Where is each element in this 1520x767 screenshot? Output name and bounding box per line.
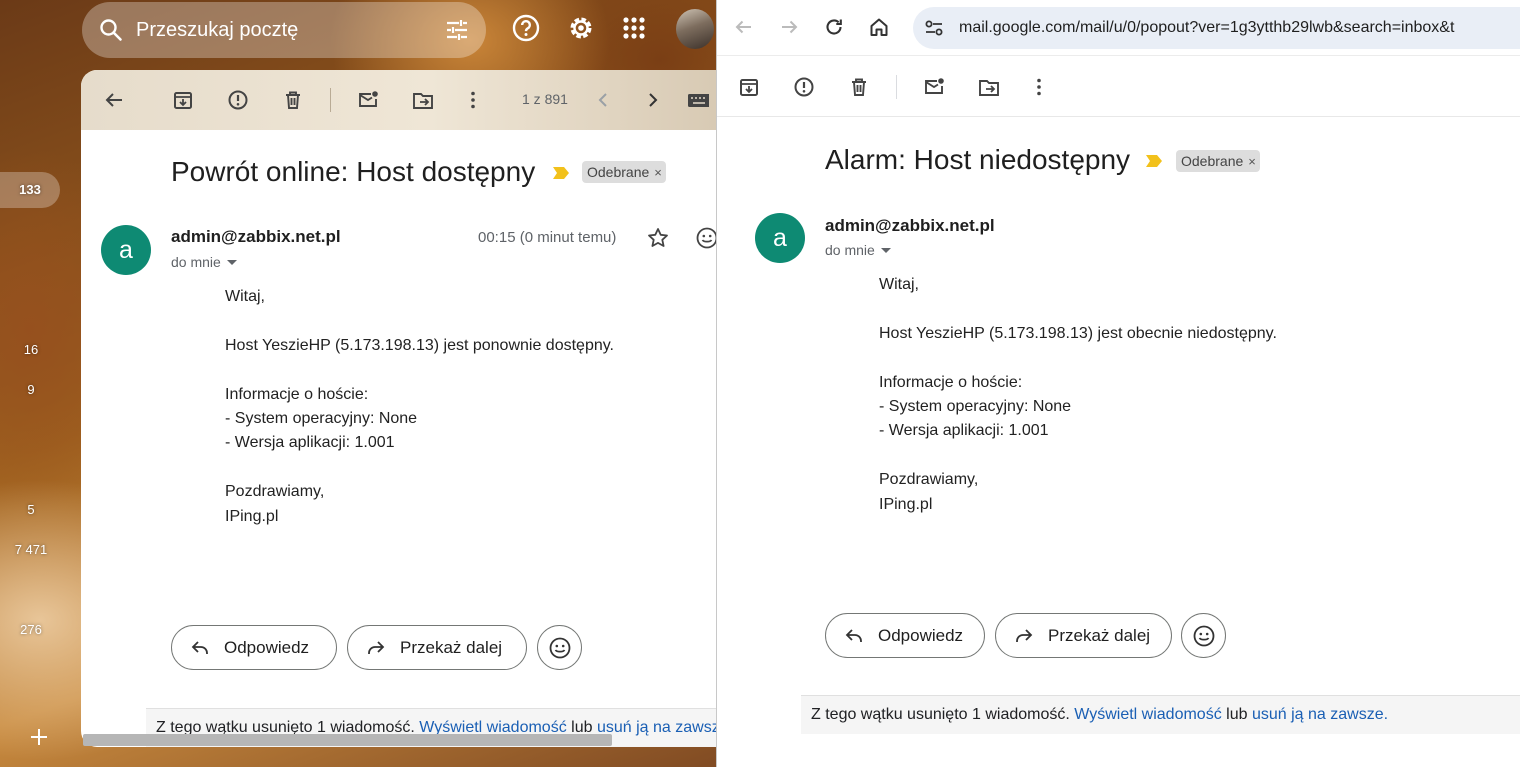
message-body: Witaj, Host YeszieHP (5.173.198.13) jest… bbox=[879, 276, 1277, 513]
message-body: Witaj, Host YeszieHP (5.173.198.13) jest… bbox=[225, 288, 614, 525]
move-to-icon[interactable] bbox=[412, 89, 434, 111]
more-options-icon[interactable] bbox=[1028, 76, 1050, 98]
forward-label: Przekaż dalej bbox=[1048, 625, 1151, 645]
search-input[interactable]: Przeszukaj pocztę bbox=[136, 19, 444, 42]
forward-button[interactable]: Przekaż dalej bbox=[347, 625, 527, 670]
left-rail: 133 16 9 5 7 471 276 bbox=[0, 0, 80, 767]
mark-unread-icon[interactable] bbox=[923, 76, 945, 98]
search-icon[interactable] bbox=[98, 17, 124, 43]
deleted-message-note: Z tego wątku usunięto 1 wiadomość. Wyświ… bbox=[801, 695, 1520, 734]
search-bar[interactable]: Przeszukaj pocztę bbox=[82, 2, 486, 58]
archive-icon[interactable] bbox=[172, 89, 194, 111]
sender-avatar: a bbox=[755, 213, 805, 263]
reply-label: Odpowiedz bbox=[878, 625, 964, 645]
sender-email[interactable]: admin@zabbix.net.pl bbox=[825, 216, 995, 236]
important-marker-icon[interactable] bbox=[1145, 154, 1163, 168]
recipient-label: do mnie bbox=[171, 254, 221, 270]
delete-icon[interactable] bbox=[848, 76, 870, 98]
message-toolbar: 1 z 891 bbox=[81, 70, 716, 130]
move-to-icon[interactable] bbox=[978, 76, 1000, 98]
rail-count[interactable]: 5 bbox=[0, 502, 62, 517]
popout-window: mail.google.com/mail/u/0/popout?ver=1g3y… bbox=[716, 0, 1520, 767]
deleted-note-or: lub bbox=[1221, 706, 1252, 723]
plus-icon[interactable] bbox=[28, 726, 50, 748]
rail-count[interactable]: 16 bbox=[0, 342, 62, 357]
browser-back-icon[interactable] bbox=[733, 16, 755, 38]
site-settings-icon[interactable] bbox=[923, 17, 945, 39]
rail-count[interactable]: 276 bbox=[0, 622, 62, 637]
sender-email[interactable]: admin@zabbix.net.pl bbox=[171, 227, 341, 247]
caret-down-icon[interactable] bbox=[226, 259, 237, 265]
home-icon[interactable] bbox=[868, 16, 890, 38]
account-avatar[interactable] bbox=[676, 9, 714, 49]
settings-gear-icon[interactable] bbox=[566, 13, 596, 43]
reply-icon bbox=[191, 640, 208, 654]
rail-count[interactable]: 7 471 bbox=[0, 542, 62, 557]
reply-button[interactable]: Odpowiedz bbox=[171, 625, 337, 670]
label-chip-inbox[interactable]: Odebrane × bbox=[1176, 150, 1260, 172]
report-spam-icon[interactable] bbox=[227, 89, 249, 111]
popout-toolbar bbox=[717, 57, 1520, 117]
important-marker-icon[interactable] bbox=[552, 166, 570, 180]
keyboard-icon[interactable] bbox=[687, 89, 709, 111]
reply-label: Odpowiedz bbox=[224, 637, 310, 657]
toolbar-divider bbox=[330, 88, 331, 112]
delete-forever-link[interactable]: usuń ją na zawsze. bbox=[1252, 706, 1388, 723]
message-subject: Alarm: Host niedostępny bbox=[825, 144, 1131, 175]
forward-icon bbox=[1016, 628, 1033, 642]
inbox-count-badge[interactable]: 133 bbox=[0, 172, 60, 208]
message-timestamp: 00:15 (0 minut temu) bbox=[478, 229, 617, 246]
view-message-link[interactable]: Wyświetl wiadomość bbox=[1074, 706, 1221, 723]
reply-button[interactable]: Odpowiedz bbox=[825, 613, 985, 658]
recipient-details[interactable]: do mnie bbox=[825, 242, 891, 258]
label-chip-text: Odebrane bbox=[1181, 153, 1244, 169]
reload-icon[interactable] bbox=[823, 16, 845, 38]
label-chip-inbox[interactable]: Odebrane × bbox=[582, 161, 666, 183]
forward-icon bbox=[368, 640, 385, 654]
delete-forever-link[interactable]: usuń ją na zawsze. bbox=[597, 719, 716, 736]
label-chip-text: Odebrane bbox=[587, 164, 650, 180]
pager-count: 1 z 891 bbox=[522, 91, 568, 107]
remove-label-icon[interactable]: × bbox=[654, 165, 662, 180]
search-options-icon[interactable] bbox=[444, 17, 470, 43]
emoji-reaction-button[interactable] bbox=[537, 625, 582, 670]
left-mail-view: 1 z 891 Powrót online: Host dostępny Ode… bbox=[81, 70, 716, 747]
sender-avatar: a bbox=[101, 225, 151, 275]
recipient-details[interactable]: do mnie bbox=[171, 254, 237, 270]
message-subject: Powrót online: Host dostępny bbox=[171, 156, 536, 187]
forward-label: Przekaż dalej bbox=[400, 637, 503, 657]
mark-unread-icon[interactable] bbox=[357, 89, 379, 111]
browser-address-bar: mail.google.com/mail/u/0/popout?ver=1g3y… bbox=[717, 0, 1520, 56]
star-icon[interactable] bbox=[646, 226, 670, 250]
forward-button[interactable]: Przekaż dalej bbox=[995, 613, 1172, 658]
apps-grid-icon[interactable] bbox=[619, 13, 649, 43]
chevron-right-icon[interactable] bbox=[642, 89, 664, 111]
report-spam-icon[interactable] bbox=[793, 76, 815, 98]
url-text: mail.google.com/mail/u/0/popout?ver=1g3y… bbox=[959, 19, 1455, 36]
delete-icon[interactable] bbox=[282, 89, 304, 111]
rail-count[interactable]: 9 bbox=[0, 382, 62, 397]
horizontal-scrollbar[interactable] bbox=[83, 734, 612, 746]
smiley-icon bbox=[549, 637, 570, 658]
remove-label-icon[interactable]: × bbox=[1248, 154, 1256, 169]
reply-icon bbox=[845, 628, 862, 642]
help-icon[interactable] bbox=[511, 13, 541, 43]
toolbar-divider bbox=[896, 75, 897, 99]
add-reaction-icon[interactable] bbox=[695, 226, 716, 250]
recipient-label: do mnie bbox=[825, 242, 875, 258]
smiley-icon bbox=[1193, 625, 1214, 646]
caret-down-icon[interactable] bbox=[880, 247, 891, 253]
archive-icon[interactable] bbox=[738, 76, 760, 98]
url-field[interactable]: mail.google.com/mail/u/0/popout?ver=1g3y… bbox=[913, 7, 1520, 49]
chevron-left-icon[interactable] bbox=[592, 89, 614, 111]
back-arrow-icon[interactable] bbox=[103, 89, 125, 111]
emoji-reaction-button[interactable] bbox=[1181, 613, 1226, 658]
browser-forward-icon[interactable] bbox=[778, 16, 800, 38]
more-options-icon[interactable] bbox=[462, 89, 484, 111]
deleted-note-text: Z tego wątku usunięto 1 wiadomość. bbox=[811, 706, 1075, 723]
